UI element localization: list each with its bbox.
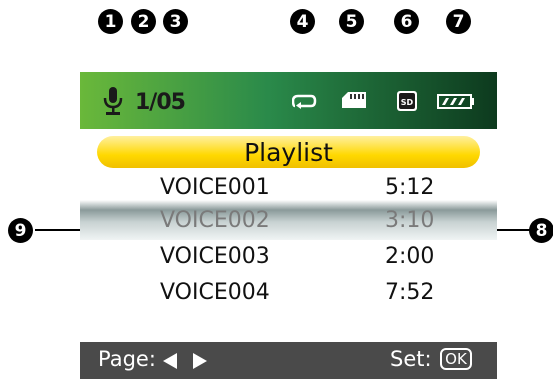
playlist-item-name[interactable]: VOICE004 — [160, 280, 270, 305]
track-counter: 1/05 — [135, 90, 186, 115]
battery-icon — [437, 94, 474, 109]
playlist-item-name[interactable]: VOICE001 — [160, 175, 270, 200]
selection-highlight — [80, 200, 497, 240]
playlist-item-time: 2:00 — [385, 244, 435, 269]
callout-5: 5 — [339, 9, 364, 34]
right-arrow-icon[interactable] — [192, 352, 208, 370]
callout-1: 1 — [98, 9, 123, 34]
set-label: Set: — [390, 347, 432, 371]
playlist-item-name[interactable]: VOICE003 — [160, 244, 270, 269]
microphone-icon — [103, 87, 123, 115]
playlist-item-time: 5:12 — [385, 175, 435, 200]
playlist-item-name-selected[interactable]: VOICE002 — [160, 208, 270, 233]
callout-7: 7 — [446, 9, 471, 34]
bottom-bar: Page: Set: OK — [80, 342, 497, 379]
left-arrow-icon[interactable] — [162, 352, 178, 370]
svg-text:SD: SD — [401, 98, 414, 107]
callout-8: 8 — [529, 218, 553, 243]
playlist-item-time: 7:52 — [385, 280, 435, 305]
device-screen: 1/05 SD Playlist VOICE001 5:12 VOICE002 … — [80, 72, 497, 379]
callout-6: 6 — [394, 9, 419, 34]
ok-button[interactable]: OK — [440, 348, 472, 370]
memory-card-icon — [342, 92, 366, 108]
repeat-icon — [292, 94, 317, 109]
sd-card-icon: SD — [397, 91, 417, 111]
playlist-item-time-selected: 3:10 — [385, 208, 435, 233]
status-bar: 1/05 SD — [80, 72, 497, 129]
callout-3: 3 — [163, 9, 188, 34]
callout-2: 2 — [131, 9, 156, 34]
callout-4: 4 — [290, 9, 315, 34]
callout-9: 9 — [8, 218, 33, 243]
page-label: Page: — [98, 347, 156, 371]
playlist-title: Playlist — [97, 136, 480, 168]
